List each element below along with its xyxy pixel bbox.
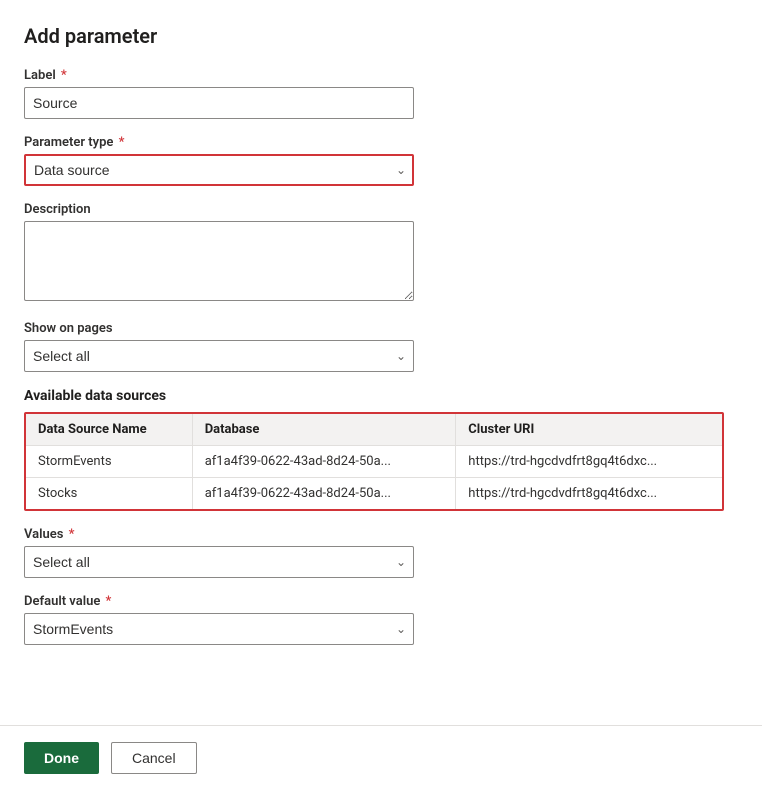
parameter-type-field-group: Parameter type * Data source String Numb… <box>24 135 738 186</box>
default-value-select-wrapper: StormEvents Stocks ⌄ <box>24 613 414 645</box>
parameter-type-label: Parameter type * <box>24 135 738 150</box>
description-label: Description <box>24 202 738 217</box>
values-required-star: * <box>65 527 74 542</box>
values-text: Values <box>24 527 63 542</box>
row-2-cluster-uri: https://trd-hgcdvdfrt8gq4t6dxc... <box>456 478 722 510</box>
table-row[interactable]: Stocks af1a4f39-0622-43ad-8d24-50a... ht… <box>26 478 722 510</box>
row-1-cluster-uri: https://trd-hgcdvdfrt8gq4t6dxc... <box>456 446 722 478</box>
row-2-name: Stocks <box>26 478 192 510</box>
values-select-wrapper: Select all ⌄ <box>24 546 414 578</box>
col-header-cluster-uri: Cluster URI <box>456 414 722 446</box>
data-sources-table: Data Source Name Database Cluster URI St… <box>26 414 722 509</box>
parameter-type-select-wrapper: Data source String Number Boolean ⌄ <box>24 154 414 186</box>
show-on-pages-select[interactable]: Select all <box>24 340 414 372</box>
show-on-pages-label: Show on pages <box>24 321 738 336</box>
col-header-name: Data Source Name <box>26 414 192 446</box>
values-select[interactable]: Select all <box>24 546 414 578</box>
default-value-select[interactable]: StormEvents Stocks <box>24 613 414 645</box>
table-row[interactable]: StormEvents af1a4f39-0622-43ad-8d24-50a.… <box>26 446 722 478</box>
row-1-database: af1a4f39-0622-43ad-8d24-50a... <box>192 446 456 478</box>
label-text: Label <box>24 68 56 83</box>
available-data-sources-title: Available data sources <box>24 388 738 404</box>
cancel-button[interactable]: Cancel <box>111 742 197 774</box>
row-1-name: StormEvents <box>26 446 192 478</box>
parameter-type-text: Parameter type <box>24 135 113 150</box>
description-textarea[interactable] <box>24 221 414 301</box>
default-value-field-group: Default value * StormEvents Stocks ⌄ <box>24 594 738 645</box>
footer-bar: Done Cancel <box>0 725 762 790</box>
parameter-type-required-star: * <box>115 135 124 150</box>
col-header-database: Database <box>192 414 456 446</box>
default-value-text: Default value <box>24 594 100 609</box>
label-input[interactable] <box>24 87 414 119</box>
show-on-pages-text: Show on pages <box>24 321 113 336</box>
label-field-label: Label * <box>24 68 738 83</box>
parameter-type-select[interactable]: Data source String Number Boolean <box>24 154 414 186</box>
show-on-pages-field-group: Show on pages Select all ⌄ <box>24 321 738 372</box>
description-text: Description <box>24 202 91 217</box>
default-value-required-star: * <box>102 594 111 609</box>
label-required-star: * <box>58 68 67 83</box>
label-field-group: Label * <box>24 68 738 119</box>
available-data-sources-section: Available data sources Data Source Name … <box>24 388 738 511</box>
data-sources-table-wrapper: Data Source Name Database Cluster URI St… <box>24 412 724 511</box>
values-label: Values * <box>24 527 738 542</box>
table-header-row: Data Source Name Database Cluster URI <box>26 414 722 446</box>
page-title: Add parameter <box>24 24 738 48</box>
row-2-database: af1a4f39-0622-43ad-8d24-50a... <box>192 478 456 510</box>
show-on-pages-select-wrapper: Select all ⌄ <box>24 340 414 372</box>
done-button[interactable]: Done <box>24 742 99 774</box>
values-field-group: Values * Select all ⌄ <box>24 527 738 578</box>
description-field-group: Description <box>24 202 738 305</box>
default-value-label: Default value * <box>24 594 738 609</box>
